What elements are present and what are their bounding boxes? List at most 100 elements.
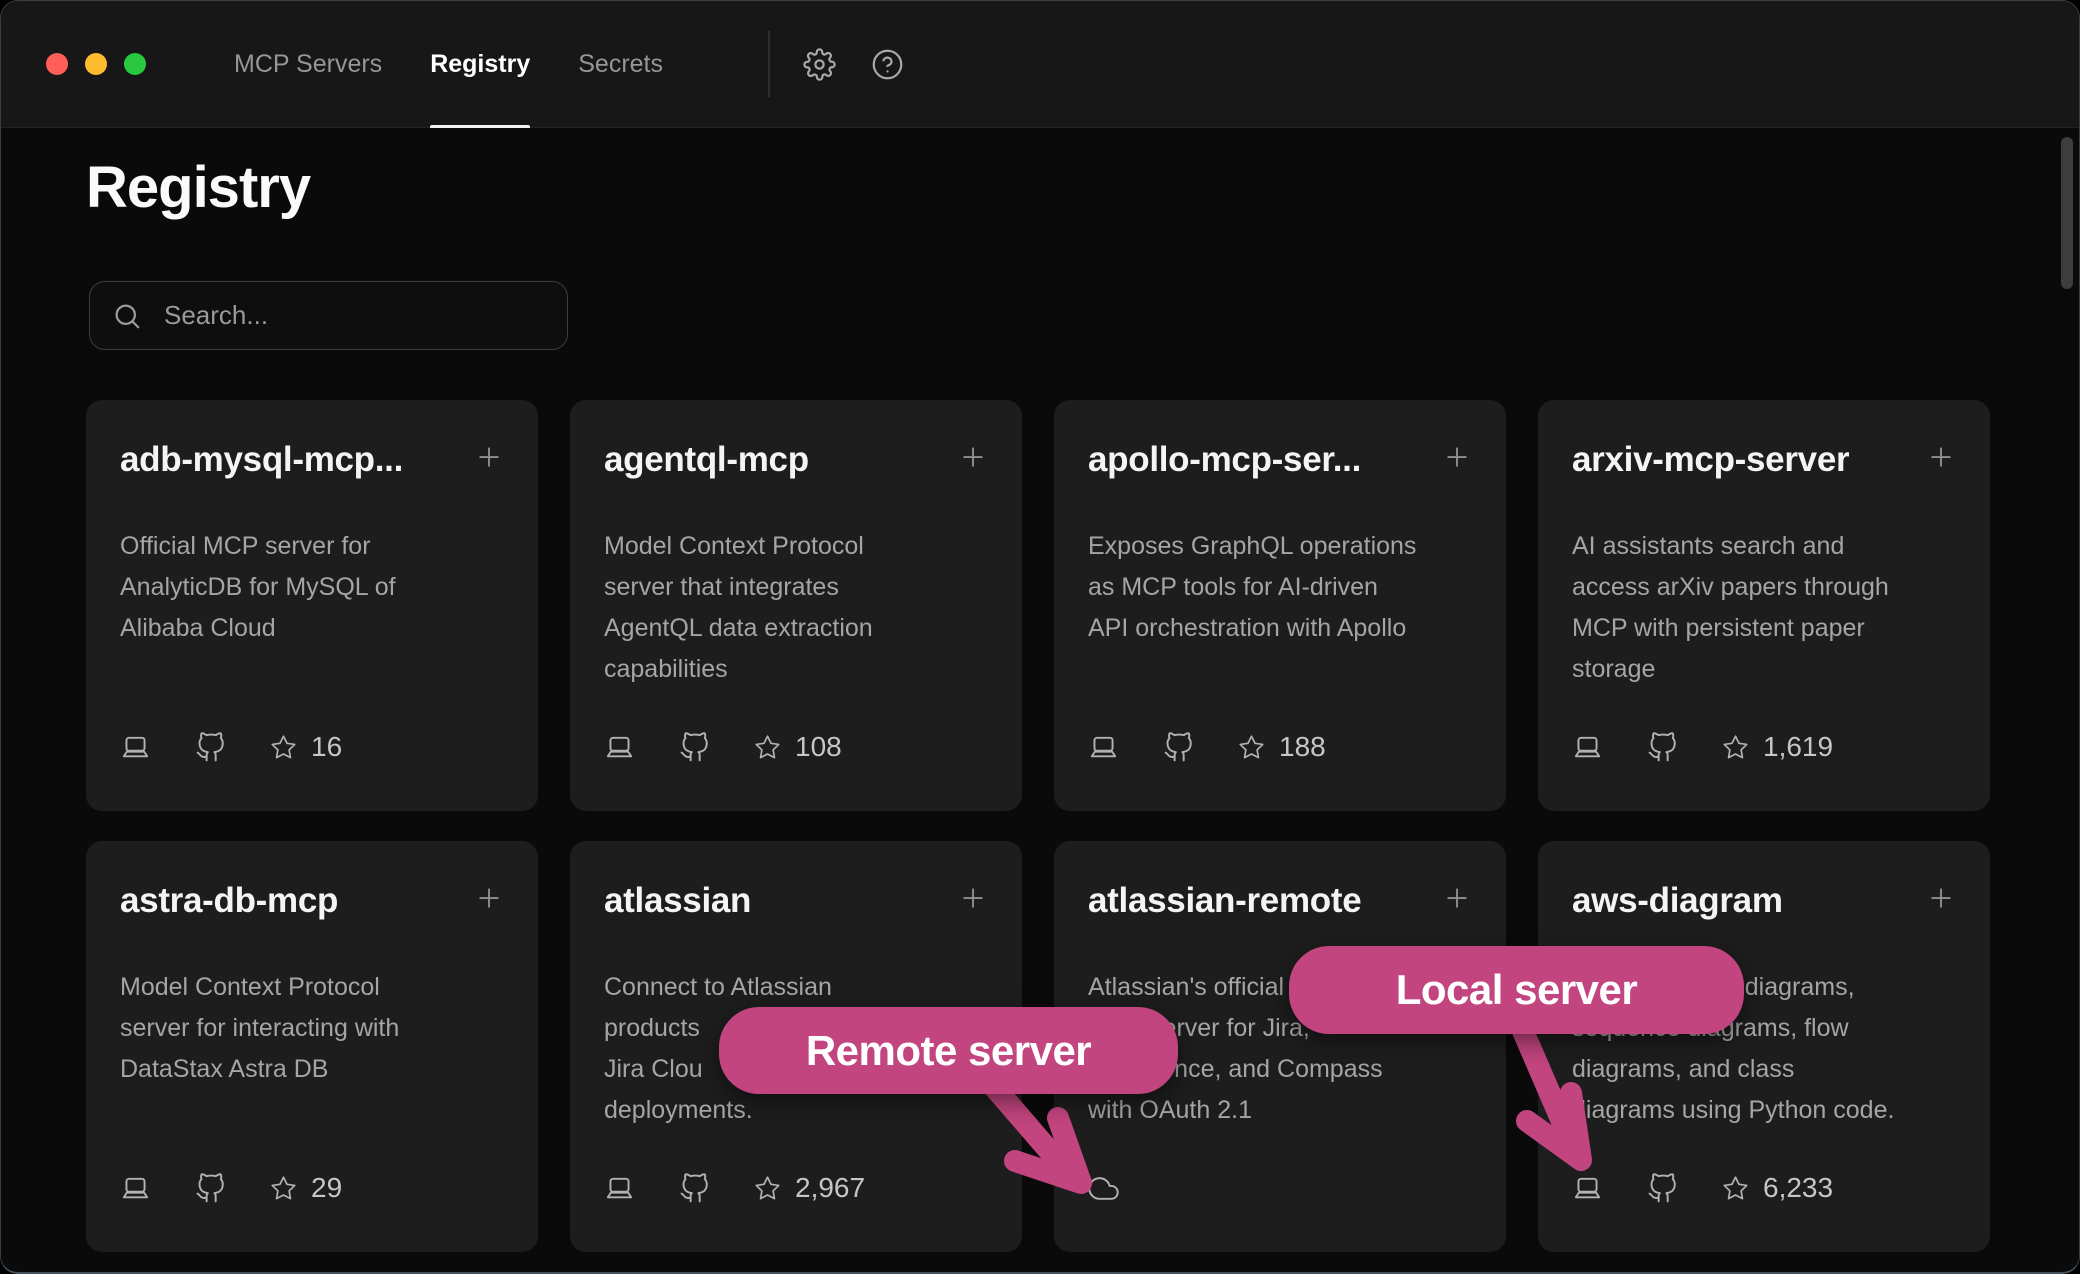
main-nav: MCP Servers Registry Secrets (234, 1, 663, 128)
topbar-divider (768, 31, 770, 97)
server-name: astra-db-mcp (120, 881, 338, 921)
add-server-button[interactable] (474, 883, 504, 916)
server-meta: 2,967 (604, 1172, 865, 1204)
plus-icon (1926, 883, 1956, 913)
server-meta: 29 (120, 1172, 342, 1204)
tab-mcp-servers[interactable]: MCP Servers (234, 1, 382, 128)
close-window-button[interactable] (46, 53, 68, 75)
laptop-icon (604, 732, 635, 763)
github-icon[interactable] (1647, 732, 1678, 763)
server-card-grid: adb-mysql-mcp... Official MCP server for… (86, 400, 1990, 1252)
add-server-button[interactable] (1442, 883, 1472, 916)
cloud-icon (1088, 1173, 1119, 1204)
remote-server-badge: Remote server (719, 1007, 1178, 1094)
star-rating: 1,619 (1722, 731, 1833, 763)
traffic-lights (46, 53, 146, 75)
minimize-window-button[interactable] (85, 53, 107, 75)
help-icon[interactable] (868, 45, 906, 83)
server-description: Official MCP server forAnalyticDB for My… (120, 526, 504, 649)
server-card[interactable]: aws-diagram Generate AWS diagrams,sequen… (1538, 841, 1990, 1252)
add-server-button[interactable] (1926, 883, 1956, 916)
add-server-button[interactable] (1442, 442, 1472, 475)
star-count: 108 (795, 731, 842, 763)
server-name: aws-diagram (1572, 881, 1783, 921)
server-name: atlassian (604, 881, 751, 921)
star-count: 2,967 (795, 1172, 865, 1204)
star-rating: 29 (270, 1172, 342, 1204)
tab-registry[interactable]: Registry (430, 1, 530, 128)
star-icon (1238, 734, 1265, 761)
star-count: 29 (311, 1172, 342, 1204)
server-description: Exposes GraphQL operationsas MCP tools f… (1088, 526, 1472, 649)
tab-secrets[interactable]: Secrets (578, 1, 663, 128)
search-input[interactable] (162, 299, 545, 332)
plus-icon (958, 442, 988, 472)
settings-gear-icon[interactable] (800, 45, 838, 83)
laptop-icon (604, 1173, 635, 1204)
registry-page: Registry adb-mysql-mcp... Official MCP s… (1, 129, 2079, 1272)
server-name: atlassian-remote (1088, 881, 1361, 921)
laptop-icon (1572, 1173, 1603, 1204)
server-meta: 1,619 (1572, 731, 1833, 763)
server-description: Model Context Protocolserver that integr… (604, 526, 988, 690)
server-name: apollo-mcp-ser... (1088, 440, 1361, 480)
server-description: Model Context Protocolserver for interac… (120, 967, 504, 1090)
star-icon (754, 734, 781, 761)
github-icon[interactable] (195, 1173, 226, 1204)
star-icon (1722, 734, 1749, 761)
github-icon[interactable] (679, 1173, 710, 1204)
server-meta: 108 (604, 731, 842, 763)
star-rating: 16 (270, 731, 342, 763)
titlebar: MCP Servers Registry Secrets (1, 1, 2079, 128)
laptop-icon (120, 1173, 151, 1204)
star-count: 16 (311, 731, 342, 763)
star-icon (270, 734, 297, 761)
server-name: adb-mysql-mcp... (120, 440, 403, 480)
star-count: 188 (1279, 731, 1326, 763)
plus-icon (1442, 442, 1472, 472)
github-icon[interactable] (679, 732, 710, 763)
server-meta (1088, 1173, 1119, 1204)
app-window: MCP Servers Registry Secrets Registry (0, 0, 2080, 1274)
github-icon[interactable] (1647, 1173, 1678, 1204)
server-card[interactable]: adb-mysql-mcp... Official MCP server for… (86, 400, 538, 811)
star-rating: 188 (1238, 731, 1326, 763)
search-box (89, 281, 568, 350)
plus-icon (958, 883, 988, 913)
star-icon (754, 1175, 781, 1202)
server-meta: 16 (120, 731, 342, 763)
add-server-button[interactable] (958, 883, 988, 916)
server-card[interactable]: agentql-mcp Model Context Protocolserver… (570, 400, 1022, 811)
server-meta: 6,233 (1572, 1172, 1833, 1204)
plus-icon (1442, 883, 1472, 913)
add-server-button[interactable] (474, 442, 504, 475)
plus-icon (474, 442, 504, 472)
local-server-badge: Local server (1289, 946, 1744, 1034)
plus-icon (474, 883, 504, 913)
maximize-window-button[interactable] (124, 53, 146, 75)
server-meta: 188 (1088, 731, 1326, 763)
laptop-icon (1088, 732, 1119, 763)
github-icon[interactable] (1163, 732, 1194, 763)
laptop-icon (1572, 732, 1603, 763)
laptop-icon (120, 732, 151, 763)
server-name: agentql-mcp (604, 440, 809, 480)
star-rating: 2,967 (754, 1172, 865, 1204)
add-server-button[interactable] (1926, 442, 1956, 475)
github-icon[interactable] (195, 732, 226, 763)
star-count: 6,233 (1763, 1172, 1833, 1204)
star-count: 1,619 (1763, 731, 1833, 763)
add-server-button[interactable] (958, 442, 988, 475)
star-rating: 6,233 (1722, 1172, 1833, 1204)
server-card[interactable]: astra-db-mcp Model Context Protocolserve… (86, 841, 538, 1252)
star-icon (1722, 1175, 1749, 1202)
search-icon (112, 301, 142, 331)
server-card[interactable]: arxiv-mcp-server AI assistants search an… (1538, 400, 1990, 811)
vertical-scrollbar-thumb[interactable] (2061, 137, 2073, 289)
page-title: Registry (86, 154, 310, 221)
plus-icon (1926, 442, 1956, 472)
star-icon (270, 1175, 297, 1202)
server-description: AI assistants search andaccess arXiv pap… (1572, 526, 1956, 690)
star-rating: 108 (754, 731, 842, 763)
server-card[interactable]: apollo-mcp-ser... Exposes GraphQL operat… (1054, 400, 1506, 811)
